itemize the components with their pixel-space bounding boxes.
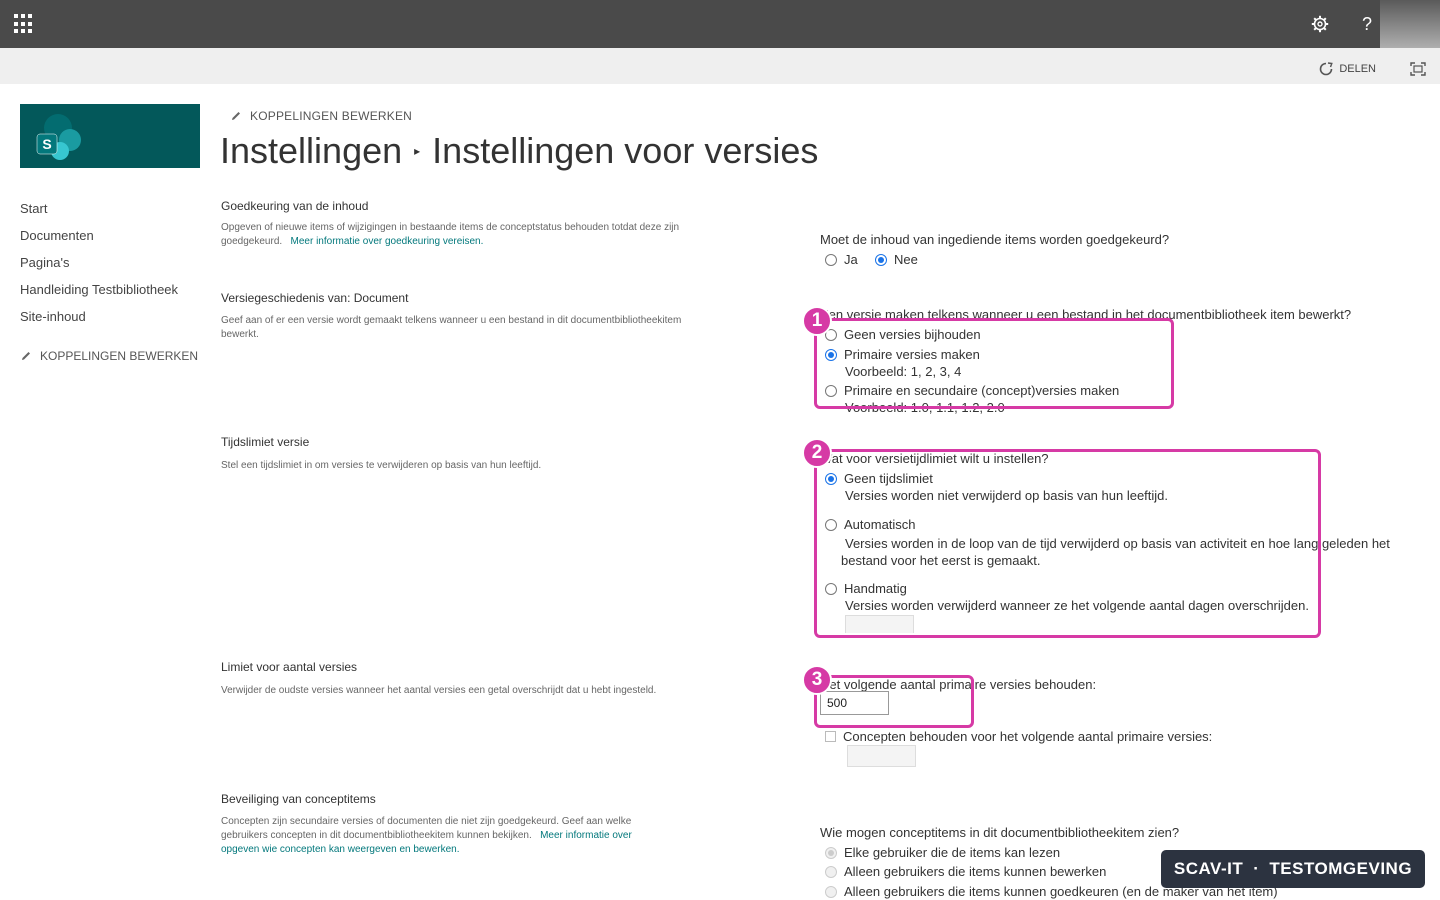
nav-item-handleiding[interactable]: Handleiding Testbibliotheek	[20, 281, 200, 308]
radio-nee[interactable]	[875, 253, 887, 266]
suite-bar: ?	[0, 0, 1440, 56]
environment-dot: ·	[1253, 859, 1260, 878]
environment-badge: SCAV-IT · TESTOMGEVING	[1161, 850, 1425, 888]
share-label: DELEN	[1339, 63, 1376, 75]
time-limit-desc: Stel een tijdslimiet in om versies te ve…	[221, 460, 542, 471]
nav-edit-links-label: KOPPELINGEN BEWERKEN	[40, 349, 199, 363]
annotation-badge-3: 3	[802, 665, 832, 695]
gear-icon[interactable]	[1308, 12, 1332, 39]
app-launcher-icon[interactable]	[14, 14, 34, 34]
breadcrumb-current: Instellingen voor versies	[432, 130, 819, 171]
logo-letter: S	[42, 136, 51, 152]
help-icon[interactable]: ?	[1355, 12, 1379, 36]
draft-security-option-read-label: Elke gebruiker die de items kan lezen	[844, 845, 1061, 860]
drafts-checkbox[interactable]	[825, 731, 836, 742]
draft-security-option-edit[interactable]: Alleen gebruikers die items kunnen bewer…	[825, 864, 1106, 879]
drafts-count-input[interactable]	[847, 745, 916, 767]
nav-item-start[interactable]: Start	[20, 200, 200, 227]
page-title: Instellingen ▸ Instellingen voor versies	[220, 130, 818, 172]
approval-desc: Opgeven of nieuwe items of wijzigingen i…	[221, 221, 691, 249]
approval-option-ja-label: Ja	[844, 252, 858, 267]
nav-item-site-inhoud[interactable]: Site-inhoud	[20, 308, 200, 335]
share-button[interactable]: DELEN	[1319, 62, 1376, 76]
edit-links-label: KOPPELINGEN BEWERKEN	[250, 109, 413, 123]
approval-option-nee-label: Nee	[894, 252, 918, 267]
breadcrumb-parent[interactable]: Instellingen	[220, 130, 402, 172]
drafts-option[interactable]: Concepten behouden voor het volgende aan…	[825, 729, 1212, 744]
edit-links-top[interactable]: KOPPELINGEN BEWERKEN	[230, 109, 412, 123]
environment-label: TESTOMGEVING	[1269, 859, 1413, 878]
count-limit-title: Limiet voor aantal versies	[221, 660, 358, 674]
pencil-icon	[232, 112, 240, 120]
nav-item-documenten[interactable]: Documenten	[20, 227, 200, 254]
draft-security-question: Wie mogen conceptitems in dit documentbi…	[820, 825, 1180, 840]
radio-any-reader[interactable]	[825, 846, 837, 859]
radio-ja[interactable]	[825, 253, 837, 266]
environment-org: SCAV-IT	[1173, 859, 1244, 878]
radio-approvers[interactable]	[825, 885, 837, 898]
approval-title: Goedkeuring van de inhoud	[221, 199, 369, 213]
focus-mode-icon[interactable]	[1410, 62, 1426, 76]
approval-option-ja[interactable]: Ja	[825, 252, 858, 267]
site-logo[interactable]: S	[20, 104, 200, 168]
radio-editors[interactable]	[825, 865, 837, 878]
draft-security-option-read[interactable]: Elke gebruiker die de items kan lezen	[825, 845, 1060, 860]
pencil-icon	[22, 352, 30, 360]
highlight-box-3	[814, 675, 974, 728]
approval-question: Moet de inhoud van ingediende items word…	[820, 232, 1170, 247]
approval-option-nee[interactable]: Nee	[875, 252, 918, 267]
highlight-box-1	[814, 318, 1174, 409]
time-limit-title: Tijdslimiet versie	[221, 435, 310, 449]
drafts-label: Concepten behouden voor het volgende aan…	[843, 729, 1213, 744]
breadcrumb-separator-icon: ▸	[414, 144, 421, 158]
nav-edit-links[interactable]: KOPPELINGEN BEWERKEN	[20, 349, 200, 363]
history-desc: Geef aan of er een versie wordt gemaakt …	[221, 315, 682, 340]
draft-security-desc: Concepten zijn secundaire versies of doc…	[221, 815, 671, 857]
sharepoint-logo-icon: S	[36, 114, 81, 160]
command-bar: DELEN	[0, 48, 1440, 84]
nav-item-paginas[interactable]: Pagina's	[20, 254, 200, 281]
left-navigation: Start Documenten Pagina's Handleiding Te…	[20, 200, 200, 363]
history-title: Versiegeschiedenis van: Document	[221, 291, 409, 305]
highlight-box-2	[814, 449, 1321, 638]
count-limit-desc: Verwijder de oudste versies wanneer het …	[221, 685, 657, 696]
share-icon	[1320, 62, 1334, 76]
draft-security-title: Beveiliging van conceptitems	[221, 792, 376, 806]
annotation-badge-2: 2	[802, 438, 832, 468]
approval-info-link[interactable]: Meer informatie over goedkeuring vereise…	[291, 236, 484, 247]
draft-security-option-edit-label: Alleen gebruikers die items kunnen bewer…	[844, 864, 1107, 879]
annotation-badge-1: 1	[802, 306, 832, 336]
